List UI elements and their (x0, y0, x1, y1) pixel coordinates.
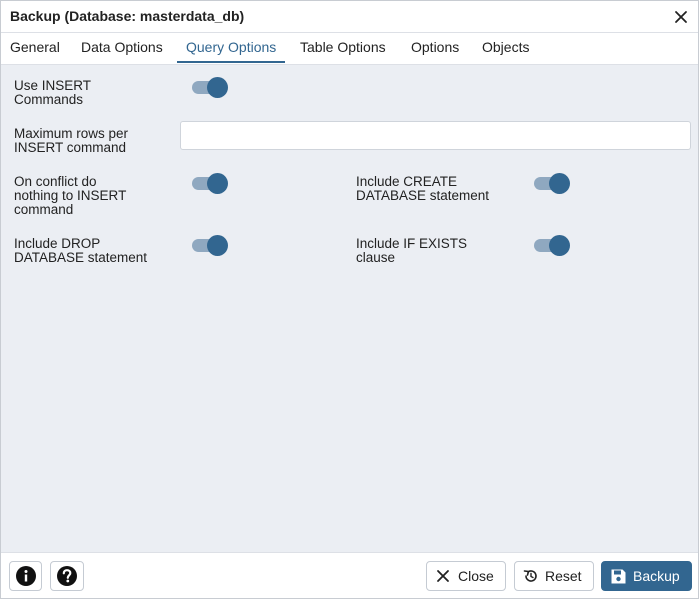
close-button[interactable]: Close (426, 561, 506, 591)
max-rows-input[interactable] (180, 121, 691, 150)
tab-bar: General Data Options Query Options Table… (1, 33, 698, 65)
backup-button-label: Backup (633, 568, 680, 584)
max-rows-label: Maximum rows per INSERT command (14, 127, 164, 155)
on-conflict-label-line2: nothing to INSERT (14, 188, 127, 203)
close-icon[interactable] (672, 8, 690, 26)
toggle-thumb (549, 235, 570, 256)
on-conflict-label-line1: On conflict do (14, 174, 97, 189)
include-create-label-line1: Include CREATE (356, 174, 458, 189)
include-drop-label-line1: Include DROP (14, 236, 101, 251)
tab-options[interactable]: Options (402, 33, 468, 63)
tab-table-options[interactable]: Table Options (291, 33, 395, 63)
dialog-footer: Close Reset Backup (1, 552, 698, 598)
include-create-label-line2: DATABASE statement (356, 188, 490, 203)
use-insert-label: Use INSERT Commands (14, 79, 164, 107)
query-options-panel: Use INSERT Commands Maximum rows per INS… (1, 65, 698, 552)
include-if-exists-label-line1: Include IF EXISTS (356, 236, 468, 251)
backup-dialog: Backup (Database: masterdata_db) General… (0, 0, 699, 599)
include-if-exists-label-line2: clause (356, 250, 396, 265)
dialog-title: Backup (Database: masterdata_db) (10, 8, 245, 24)
on-conflict-label: On conflict do nothing to INSERT command (14, 175, 164, 217)
include-drop-label: Include DROP DATABASE statement (14, 237, 164, 265)
info-icon (16, 566, 36, 586)
use-insert-label-line1: Use INSERT (14, 78, 92, 93)
include-drop-toggle[interactable] (191, 234, 229, 256)
tab-query-options[interactable]: Query Options (177, 33, 286, 63)
info-button[interactable] (9, 561, 42, 591)
tab-objects[interactable]: Objects (473, 33, 538, 63)
use-insert-toggle[interactable] (191, 76, 229, 98)
help-button[interactable] (50, 561, 84, 591)
on-conflict-toggle[interactable] (191, 172, 229, 194)
reset-button-label: Reset (545, 568, 582, 584)
close-button-label: Close (458, 568, 494, 584)
include-drop-label-line2: DATABASE statement (14, 250, 148, 265)
toggle-thumb (549, 173, 570, 194)
include-if-exists-label: Include IF EXISTS clause (356, 237, 506, 265)
max-rows-label-line2: INSERT command (14, 140, 127, 155)
backup-button[interactable]: Backup (601, 561, 692, 591)
toggle-thumb (207, 173, 228, 194)
close-icon (437, 570, 449, 582)
use-insert-label-line2: Commands (14, 92, 84, 107)
toggle-thumb (207, 235, 228, 256)
include-if-exists-toggle[interactable] (533, 234, 571, 256)
include-create-toggle[interactable] (533, 172, 571, 194)
tab-general[interactable]: General (1, 33, 69, 63)
title-bar: Backup (Database: masterdata_db) (1, 1, 698, 33)
save-icon (611, 569, 626, 584)
max-rows-label-line1: Maximum rows per (14, 126, 129, 141)
help-icon (57, 566, 77, 586)
reset-icon (523, 570, 537, 582)
include-create-label: Include CREATE DATABASE statement (356, 175, 506, 203)
tab-data-options[interactable]: Data Options (72, 33, 172, 63)
on-conflict-label-line3: command (14, 202, 74, 217)
toggle-thumb (207, 77, 228, 98)
reset-button[interactable]: Reset (514, 561, 594, 591)
